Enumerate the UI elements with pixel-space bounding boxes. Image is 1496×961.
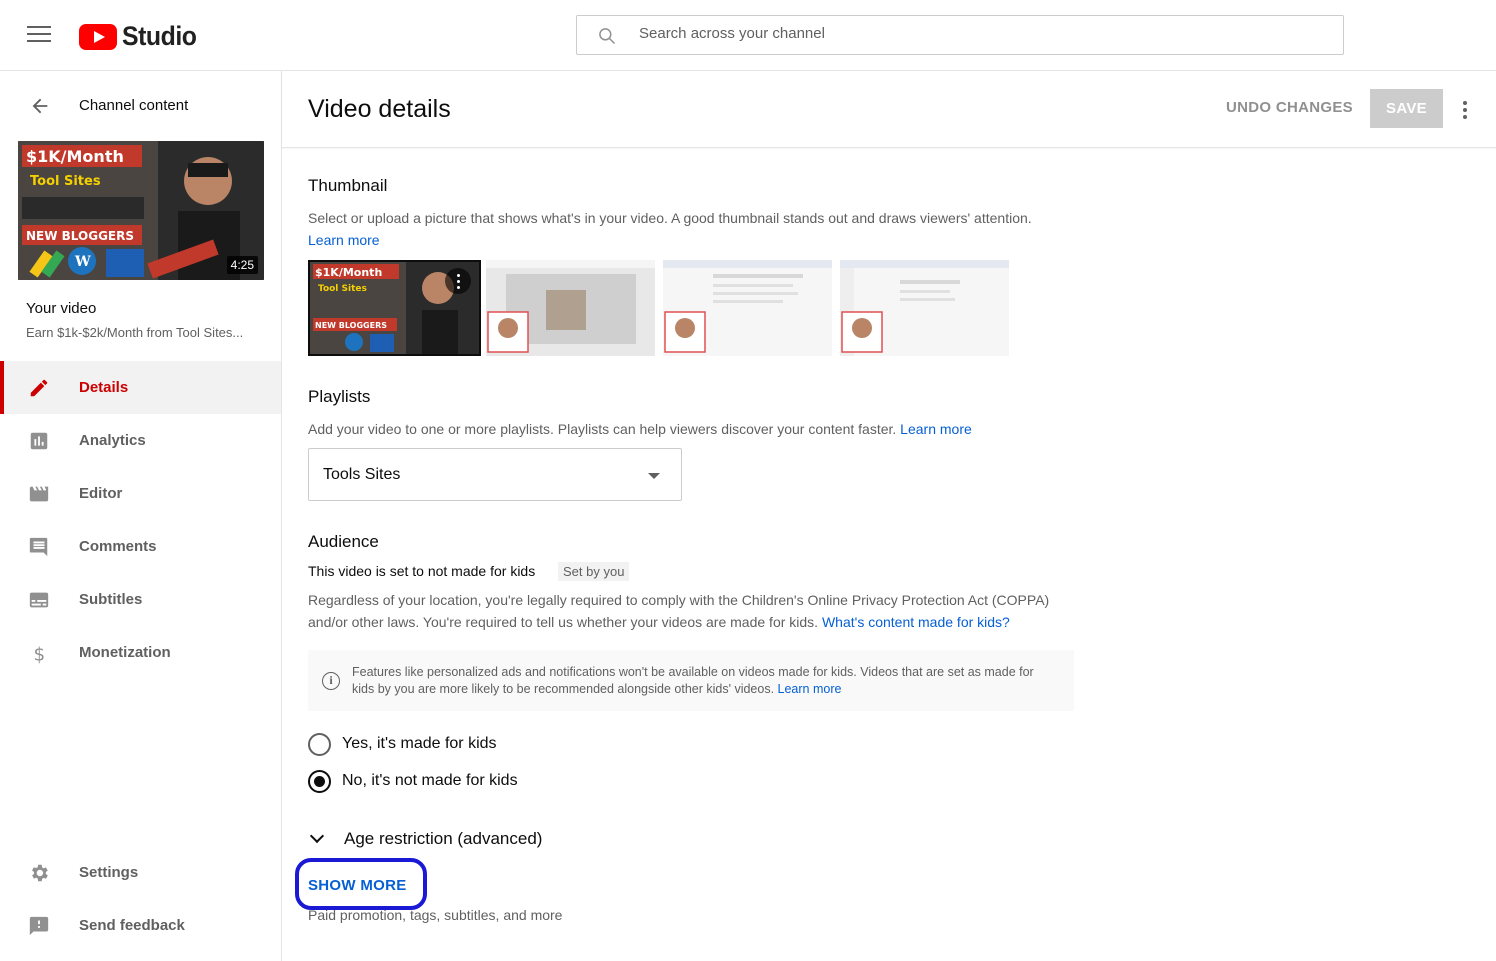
age-restriction-label: Age restriction (advanced) [344, 829, 543, 848]
page-title: Video details [308, 95, 451, 123]
radio-made-for-kids-no[interactable]: No, it's not made for kids [308, 769, 518, 793]
analytics-icon [30, 432, 48, 450]
playlists-description-text: Add your video to one or more playlists.… [308, 421, 897, 437]
sidebar-item-monetization[interactable]: $ Monetization [0, 626, 281, 679]
sidebar-item-subtitles[interactable]: Subtitles [0, 573, 281, 626]
chevron-down-icon [309, 828, 325, 844]
sidebar-item-comments[interactable]: Comments [0, 520, 281, 573]
sidebar-item-settings[interactable]: Settings [0, 846, 281, 899]
info-text-body: Features like personalized ads and notif… [352, 665, 1034, 696]
sidebar: Channel content $1K/Month Tool Sites NEW… [0, 71, 282, 961]
thumbnail-image [663, 260, 832, 356]
svg-text:$1K/Month: $1K/Month [315, 266, 382, 279]
video-duration: 4:25 [226, 256, 258, 274]
sidebar-item-details[interactable]: Details [0, 361, 281, 414]
playlist-select-value: Tools Sites [323, 466, 401, 483]
audience-status: This video is set to not made for kids [308, 563, 536, 579]
search-input[interactable] [639, 25, 1319, 42]
sidebar-nav: Details Analytics Editor Comments Subtit… [0, 361, 281, 679]
sidebar-item-label: Editor [79, 485, 123, 502]
radio-label: Yes, it's made for kids [342, 735, 497, 752]
search-bar[interactable] [576, 15, 1344, 55]
sidebar-item-label: Monetization [79, 644, 171, 661]
audience-section-title: Audience [308, 532, 379, 551]
thumbnail-option-auto-1[interactable] [486, 260, 655, 356]
show-more-subtitle: Paid promotion, tags, subtitles, and mor… [308, 907, 563, 923]
thumbnail-option-auto-2[interactable] [663, 260, 832, 356]
svg-text:NEW BLOGGERS: NEW BLOGGERS [26, 229, 134, 243]
studio-logo[interactable]: Studio [79, 21, 203, 52]
radio-button-checked[interactable] [308, 769, 331, 793]
audience-description: Regardless of your location, you're lega… [308, 589, 1068, 633]
radio-made-for-kids-yes[interactable]: Yes, it's made for kids [308, 732, 497, 756]
made-for-kids-link[interactable]: What's content made for kids? [822, 614, 1010, 630]
menu-icon[interactable] [27, 26, 51, 44]
dropdown-arrow-icon [648, 473, 660, 479]
back-arrow-icon [32, 98, 48, 114]
show-more-button[interactable]: SHOW MORE [308, 877, 407, 894]
audience-info-box: i Features like personalized ads and not… [308, 650, 1074, 711]
svg-text:W: W [74, 254, 91, 270]
playlists-description: Add your video to one or more playlists.… [308, 418, 1208, 440]
pencil-icon [30, 379, 48, 397]
more-options-icon[interactable] [1462, 101, 1468, 119]
thumbnail-description: Select or upload a picture that shows wh… [308, 207, 1088, 251]
back-to-channel-content[interactable]: Channel content [0, 91, 282, 121]
save-button[interactable]: SAVE [1370, 89, 1443, 128]
svg-text:NEW BLOGGERS: NEW BLOGGERS [315, 321, 387, 330]
feedback-icon [29, 916, 49, 936]
sidebar-bottom-nav: Settings Send feedback [0, 846, 281, 952]
set-by-badge: Set by you [558, 562, 630, 581]
svg-text:Tool Sites: Tool Sites [318, 284, 367, 294]
your-video-label: Your video [26, 300, 97, 317]
info-icon: i [322, 672, 340, 690]
thumbnail-image [486, 260, 655, 356]
sidebar-item-label: Send feedback [79, 917, 185, 934]
dollar-icon: $ [34, 644, 46, 664]
svg-text:$1K/Month: $1K/Month [26, 147, 124, 166]
sidebar-item-feedback[interactable]: Send feedback [0, 899, 281, 952]
video-title: Earn $1k-$2k/Month from Tool Sites... [26, 325, 244, 340]
playlists-learn-more-link[interactable]: Learn more [900, 421, 972, 437]
thumbnail-options-icon[interactable] [445, 268, 471, 294]
thumbnail-section-title: Thumbnail [308, 176, 388, 195]
radio-label: No, it's not made for kids [342, 772, 518, 789]
sidebar-item-analytics[interactable]: Analytics [0, 414, 281, 467]
age-restriction-toggle[interactable]: Age restriction (advanced) [309, 827, 543, 851]
svg-text:$: $ [34, 644, 46, 664]
thumbnail-description-text: Select or upload a picture that shows wh… [308, 210, 1032, 226]
radio-button[interactable] [308, 732, 331, 756]
info-learn-more-link[interactable]: Learn more [778, 682, 842, 696]
undo-changes-button[interactable]: UNDO CHANGES [1226, 99, 1353, 116]
comment-icon [29, 537, 48, 557]
youtube-logo-icon [79, 23, 117, 50]
gear-icon [32, 864, 48, 882]
sidebar-item-label: Comments [79, 538, 157, 555]
svg-text:Tool Sites: Tool Sites [30, 174, 101, 189]
back-label: Channel content [79, 97, 189, 114]
playlist-select[interactable]: Tools Sites [308, 448, 682, 501]
top-bar: Studio [0, 0, 1496, 71]
logo-text: Studio [122, 21, 197, 51]
sidebar-item-label: Subtitles [79, 591, 143, 608]
thumbnail-options: $1K/Month Tool Sites NEW BLOGGERS [308, 260, 1017, 356]
thumbnail-option-auto-3[interactable] [840, 260, 1009, 356]
sidebar-item-label: Analytics [79, 432, 146, 449]
page-header: Video details UNDO CHANGES SAVE [282, 71, 1496, 148]
sidebar-item-editor[interactable]: Editor [0, 467, 281, 520]
sidebar-item-label: Settings [79, 864, 139, 881]
search-icon [599, 28, 616, 45]
clapperboard-icon [29, 486, 49, 502]
thumbnail-learn-more-link[interactable]: Learn more [308, 232, 380, 248]
playlists-section-title: Playlists [308, 387, 371, 406]
subtitles-icon [29, 592, 49, 608]
video-thumbnail[interactable]: $1K/Month Tool Sites NEW BLOGGERS W 4:25 [18, 141, 264, 280]
info-text: Features like personalized ads and notif… [352, 664, 1052, 698]
thumbnail-image [840, 260, 1009, 356]
sidebar-item-label: Details [79, 379, 129, 396]
main-content: Video details UNDO CHANGES SAVE Thumbnai… [282, 71, 1496, 961]
thumbnail-option-selected[interactable]: $1K/Month Tool Sites NEW BLOGGERS [308, 260, 481, 356]
